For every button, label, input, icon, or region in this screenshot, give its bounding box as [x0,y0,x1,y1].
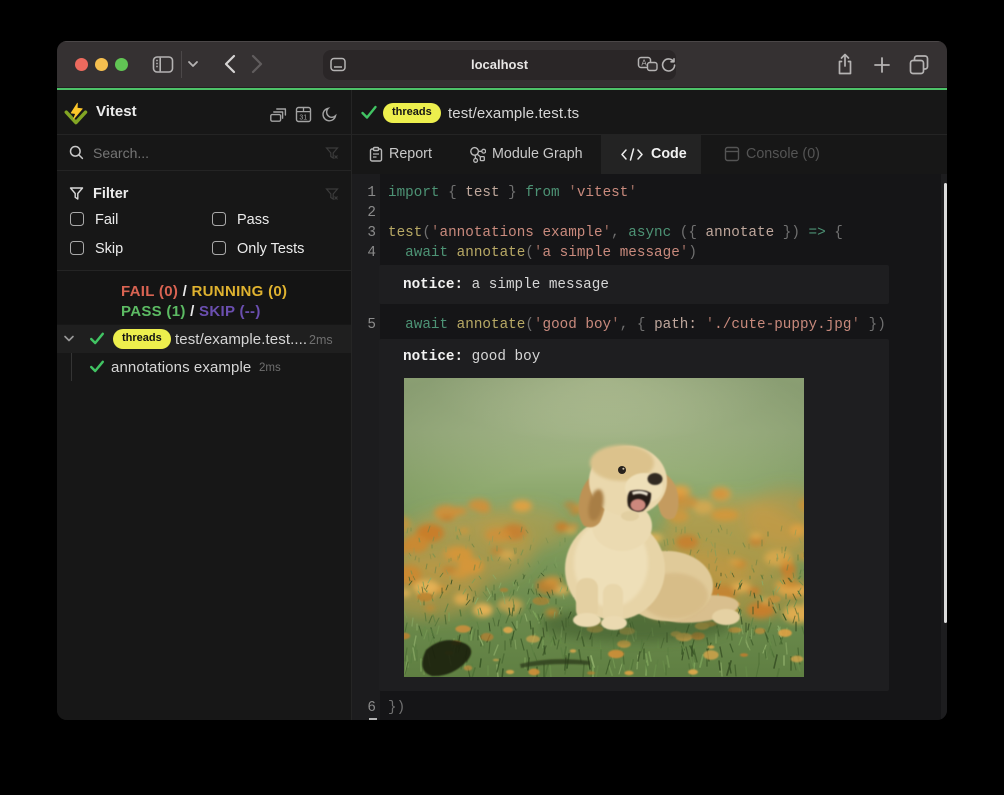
svg-text:A: A [641,58,647,67]
svg-text:31: 31 [299,114,307,121]
